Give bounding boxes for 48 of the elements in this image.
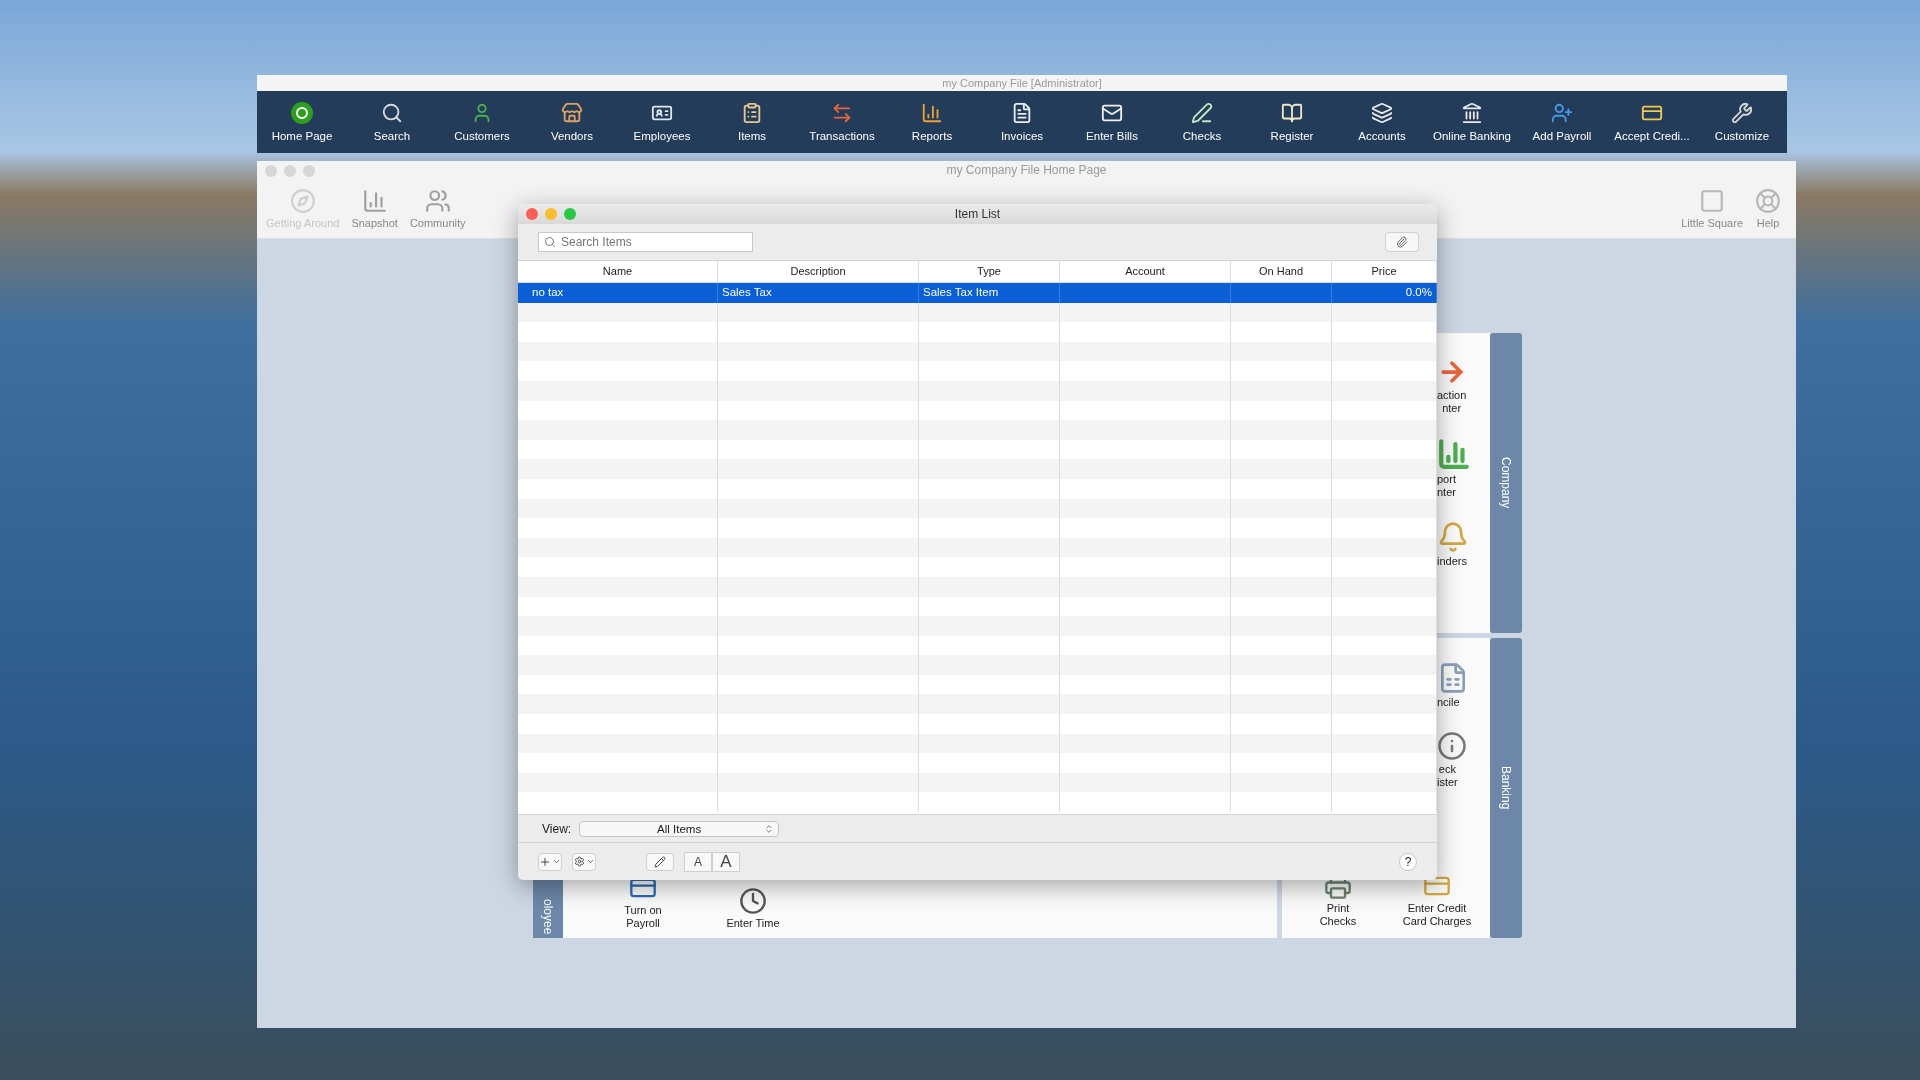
window-title: my Company File Home Page — [946, 163, 1107, 177]
larger-text-button[interactable]: A — [712, 851, 740, 872]
window-title: Item List — [954, 207, 1001, 221]
help-button[interactable]: ? — [1399, 852, 1417, 871]
item-label: ncile — [1437, 696, 1460, 709]
table-cell: 0.0% — [1332, 283, 1437, 303]
item-label: Enter Credit Card Charges — [1402, 902, 1472, 928]
toolbar-button[interactable]: Customize — [1697, 91, 1787, 153]
toolbar-button[interactable]: Enter Bills — [1067, 91, 1157, 153]
table-cell: Sales Tax — [718, 283, 919, 303]
view-dropdown[interactable]: All Items — [579, 820, 780, 837]
toolbar-button[interactable]: Checks — [1157, 91, 1247, 153]
item-label: Print Checks — [1319, 902, 1357, 928]
section-tab[interactable]: Banking — [1490, 638, 1522, 938]
item-label: Enter Time — [726, 917, 780, 930]
column-header[interactable]: Type — [919, 261, 1060, 282]
toolbar-button[interactable]: Accounts — [1337, 91, 1427, 153]
toolbar-button[interactable]: Online Banking — [1427, 91, 1517, 153]
toolbar-button[interactable]: Search — [347, 91, 437, 153]
column-header[interactable]: Price — [1332, 261, 1437, 282]
view-label: View: — [542, 821, 572, 836]
toolbar-button[interactable]: Add Payroll — [1517, 91, 1607, 153]
table-cell: Sales Tax Item — [919, 283, 1060, 303]
toolbar-button[interactable]: Customers — [437, 91, 527, 153]
item-label: eck ister — [1437, 763, 1458, 789]
table-row[interactable]: no tax Sales Tax Sales Tax Item 0.0% — [518, 283, 1437, 303]
item-label: Turn on Payroll — [624, 904, 662, 930]
window-title: my Company File [Administrator] — [942, 77, 1102, 89]
search-field[interactable]: Search Items — [538, 232, 753, 252]
toolbar-button[interactable]: Vendors — [527, 91, 617, 153]
toolbar-button[interactable]: Invoices — [977, 91, 1067, 153]
toolbar-button[interactable]: Items — [707, 91, 797, 153]
item-label: inders — [1437, 555, 1467, 568]
item-label: port nter — [1437, 473, 1456, 499]
toolbar-button[interactable]: Register — [1247, 91, 1337, 153]
toolbar-button[interactable]: Transactions — [797, 91, 887, 153]
column-header[interactable]: Description — [718, 261, 919, 282]
section-tab[interactable]: Company — [1490, 333, 1522, 633]
column-header[interactable]: Name — [518, 261, 718, 282]
item-label: action nter — [1437, 389, 1467, 415]
toolbar-button[interactable]: Home Page — [257, 91, 347, 153]
column-header[interactable]: On Hand — [1231, 261, 1332, 282]
table-cell: no tax — [518, 283, 718, 303]
smaller-text-button[interactable]: A — [684, 851, 712, 872]
toolbar-button[interactable]: Employees — [617, 91, 707, 153]
column-header[interactable]: Account — [1060, 261, 1231, 282]
toolbar-button[interactable]: Accept Credi... — [1607, 91, 1697, 153]
toolbar-button[interactable]: Reports — [887, 91, 977, 153]
